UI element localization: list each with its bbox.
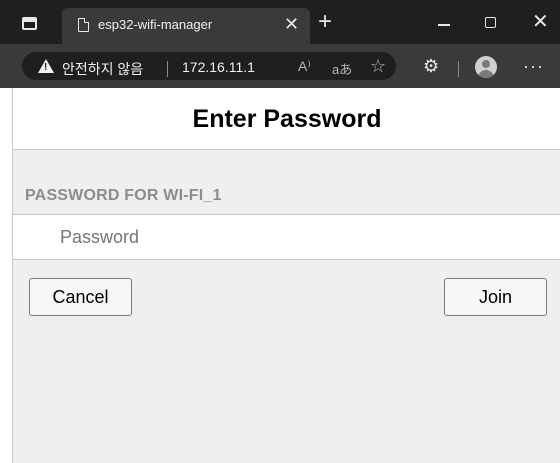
password-field-row [13,214,560,260]
more-menu-icon[interactable]: ··· [523,56,544,77]
minimize-icon[interactable] [438,24,450,26]
maximize-icon[interactable] [485,17,496,28]
address-divider [167,61,168,77]
new-tab-icon[interactable]: + [318,10,332,34]
page-header: Enter Password [13,88,560,150]
browser-tab-bar: esp32-wifi-manager ✕ + ✕ [0,0,560,44]
toolbar-divider [458,61,459,77]
page-title: Enter Password [192,105,382,133]
browser-toolbar: ! 안전하지 않음 172.16.11.1 A⁾ aあ ☆ ⚙ ··· [0,44,560,88]
profile-avatar-icon[interactable] [475,56,497,78]
tab-close-icon[interactable]: ✕ [284,14,299,34]
extensions-icon[interactable]: ⚙ [423,56,439,77]
read-aloud-icon[interactable]: A⁾ [298,58,311,75]
password-form: PASSWORD FOR WI-FI_1 Cancel Join [13,150,560,463]
security-status[interactable]: 안전하지 않음 [62,59,143,79]
network-label: PASSWORD FOR WI-FI_1 [25,187,222,204]
window-close-icon[interactable]: ✕ [532,10,549,34]
cancel-button[interactable]: Cancel [29,278,132,316]
password-input[interactable] [13,215,560,259]
translate-icon[interactable]: aあ [332,59,352,78]
favorite-icon[interactable]: ☆ [370,56,386,77]
page-icon [78,18,89,32]
url-text[interactable]: 172.16.11.1 [182,59,255,75]
tab-actions-icon[interactable] [22,17,37,30]
join-button[interactable]: Join [444,278,547,316]
web-page: Enter Password PASSWORD FOR WI-FI_1 Canc… [12,88,560,463]
warning-icon[interactable]: ! [38,59,54,73]
tab-title: esp32-wifi-manager [98,17,213,32]
browser-tab[interactable]: esp32-wifi-manager ✕ [62,8,310,44]
